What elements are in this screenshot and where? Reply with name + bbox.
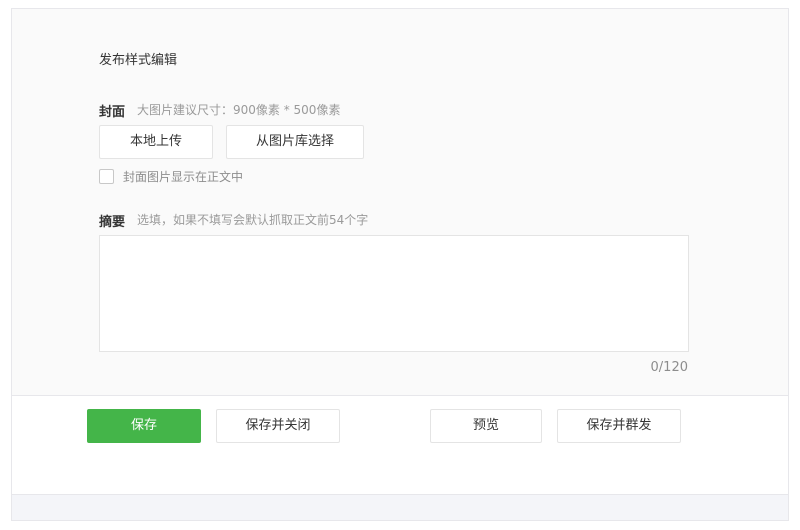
show-cover-in-body-label: 封面图片显示在正文中 — [123, 169, 244, 184]
editor-panel: 发布样式编辑 封面 大图片建议尺寸：900像素 * 500像素 本地上传 从图片… — [11, 8, 789, 521]
summary-label: 摘要 — [99, 215, 126, 230]
cover-label: 封面 — [99, 105, 126, 120]
summary-textarea[interactable] — [99, 235, 689, 352]
save-button[interactable]: 保存 — [87, 409, 201, 443]
local-upload-button[interactable]: 本地上传 — [99, 125, 213, 159]
section-title: 发布样式编辑 — [99, 53, 178, 68]
show-cover-in-body-checkbox[interactable] — [99, 168, 114, 184]
save-and-close-button[interactable]: 保存并关闭 — [216, 409, 340, 443]
summary-hint: 选填，如果不填写会默认抓取正文前54个字 — [137, 213, 369, 227]
show-cover-in-body-option[interactable]: 封面图片显示在正文中 — [99, 167, 243, 185]
save-and-broadcast-button[interactable]: 保存并群发 — [557, 409, 681, 443]
preview-button[interactable]: 预览 — [430, 409, 542, 443]
edit-area: 发布样式编辑 封面 大图片建议尺寸：900像素 * 500像素 本地上传 从图片… — [12, 9, 788, 396]
select-from-library-button[interactable]: 从图片库选择 — [226, 125, 364, 159]
cover-size-hint: 大图片建议尺寸：900像素 * 500像素 — [137, 103, 341, 117]
summary-char-counter: 0/120 — [650, 360, 688, 375]
